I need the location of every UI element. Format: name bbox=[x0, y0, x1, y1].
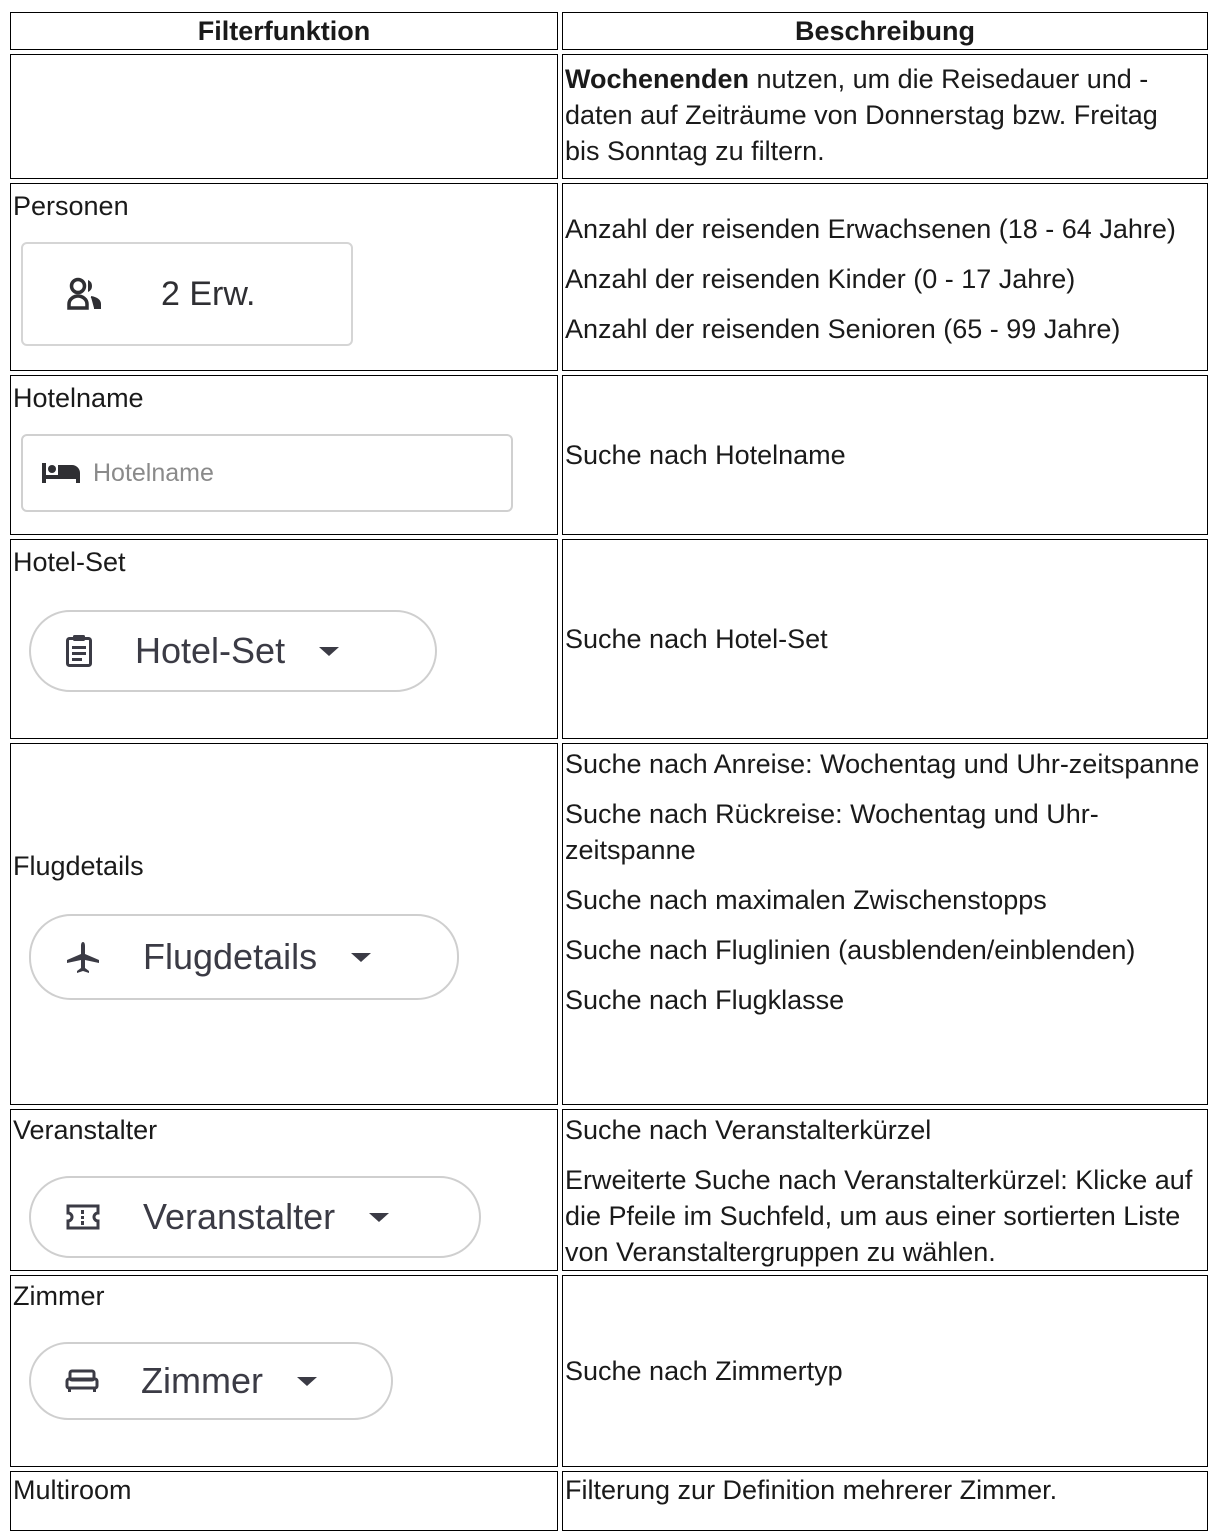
cell-multiroom-left: Multiroom bbox=[10, 1471, 558, 1531]
hotelname-placeholder: Hotelname bbox=[93, 459, 214, 487]
cell-flug-left: Flugdetails Flugdetails bbox=[10, 743, 558, 1105]
cell-weekend-left bbox=[10, 54, 558, 179]
veranstalter-desc-kuerzel: Suche nach Veranstalterkürzel bbox=[565, 1115, 932, 1145]
weekend-desc-line2: daten auf Zeiträume von Donnerstag bzw. … bbox=[565, 100, 1158, 130]
cell-personen-desc: Anzahl der reisenden Erwachsenen (18 - 6… bbox=[562, 183, 1208, 371]
clipboard-icon bbox=[65, 634, 93, 668]
personen-desc-seniors: Anzahl der reisenden Senioren (65 - 99 J… bbox=[565, 314, 1121, 344]
chevron-down-icon bbox=[351, 952, 372, 962]
flug-label: Flugdetails bbox=[13, 851, 144, 881]
veranstalter-dropdown-label: Veranstalter bbox=[143, 1196, 336, 1237]
hotelset-dropdown[interactable]: Hotel-Set bbox=[29, 610, 437, 692]
persons-selector-label: 2 Erw. bbox=[161, 275, 256, 313]
bed-icon bbox=[41, 462, 81, 484]
hotelset-label: Hotel-Set bbox=[13, 547, 126, 577]
personen-label: Personen bbox=[13, 191, 129, 221]
cell-veranstalter-desc: Suche nach Veranstalterkürzel Erweiterte… bbox=[562, 1109, 1208, 1271]
flug-desc-zwischenstopps: Suche nach maximalen Zwischenstopps bbox=[565, 885, 1047, 915]
cell-hotelname-left: Hotelname Hotelname bbox=[10, 375, 558, 535]
veranstalter-label: Veranstalter bbox=[13, 1115, 158, 1145]
header-filterfunktion: Filterfunktion bbox=[10, 12, 558, 50]
weekend-desc-line3: bis Sonntag zu filtern. bbox=[565, 136, 825, 166]
table-header-row: Filterfunktion Beschreibung bbox=[10, 12, 1208, 50]
personen-desc-children: Anzahl der reisenden Kinder (0 - 17 Jahr… bbox=[565, 264, 1076, 294]
people-icon bbox=[67, 277, 103, 311]
table-row-zimmer: Zimmer Zimmer Suche nach Zimmertyp bbox=[10, 1275, 1208, 1467]
sofa-bed-icon bbox=[65, 1369, 99, 1393]
personen-desc-adults: Anzahl der reisenden Erwachsenen (18 - 6… bbox=[565, 214, 1176, 244]
zimmer-label: Zimmer bbox=[13, 1281, 105, 1311]
veranstalter-desc-erweitert: Erweiterte Suche nach Veranstalterkürzel… bbox=[565, 1165, 1193, 1267]
airplane-icon bbox=[65, 939, 101, 975]
weekend-bold-label: Wochenenden bbox=[565, 64, 750, 94]
cell-hotelname-desc: Suche nach Hotelname bbox=[562, 375, 1208, 535]
table-row-hotelset: Hotel-Set Hotel-Set Suche nach Hotel-Set bbox=[10, 539, 1208, 739]
chevron-down-icon bbox=[319, 646, 340, 656]
table-row-weekend: Wochenenden nutzen, um die Reisedauer un… bbox=[10, 54, 1208, 179]
zimmer-dropdown[interactable]: Zimmer bbox=[29, 1342, 393, 1420]
table-row-personen: Personen 2 Erw. Anzahl der reisenden Erw… bbox=[10, 183, 1208, 371]
table-row-hotelname: Hotelname Hotelname Suche nach Hotelname bbox=[10, 375, 1208, 535]
cell-hotelset-left: Hotel-Set Hotel-Set bbox=[10, 539, 558, 739]
chevron-down-icon bbox=[296, 1376, 317, 1386]
weekend-desc-line1: nutzen, um die Reisedauer und - bbox=[749, 64, 1149, 94]
flug-desc-anreise: Suche nach Anreise: Wochentag und Uhr-ze… bbox=[565, 749, 1200, 779]
table-row-multiroom: Multiroom Filterung zur Definition mehre… bbox=[10, 1471, 1208, 1531]
persons-selector[interactable]: 2 Erw. bbox=[21, 242, 353, 346]
flugdetails-dropdown-label: Flugdetails bbox=[143, 936, 318, 977]
cell-personen-left: Personen 2 Erw. bbox=[10, 183, 558, 371]
flug-desc-flugklasse: Suche nach Flugklasse bbox=[565, 985, 845, 1015]
chevron-down-icon bbox=[369, 1212, 390, 1222]
cell-hotelset-desc: Suche nach Hotel-Set bbox=[562, 539, 1208, 739]
table-row-veranstalter: Veranstalter Veranstalter Suche nach Ver… bbox=[10, 1109, 1208, 1271]
cell-multiroom-desc: Filterung zur Definition mehrerer Zimmer… bbox=[562, 1471, 1208, 1531]
veranstalter-dropdown[interactable]: Veranstalter bbox=[29, 1176, 481, 1258]
cell-zimmer-left: Zimmer Zimmer bbox=[10, 1275, 558, 1467]
filter-table: Filterfunktion Beschreibung Wochenenden … bbox=[6, 8, 1212, 1535]
flug-desc-fluglinien: Suche nach Fluglinien (ausblenden/einble… bbox=[565, 935, 1136, 965]
cell-weekend-desc: Wochenenden nutzen, um die Reisedauer un… bbox=[562, 54, 1208, 179]
hotelset-dropdown-label: Hotel-Set bbox=[135, 630, 286, 671]
zimmer-dropdown-label: Zimmer bbox=[141, 1360, 263, 1401]
hotelname-input[interactable]: Hotelname bbox=[21, 434, 513, 512]
hotelname-label: Hotelname bbox=[13, 383, 144, 413]
cell-zimmer-desc: Suche nach Zimmertyp bbox=[562, 1275, 1208, 1467]
ticket-icon bbox=[65, 1203, 101, 1231]
flug-desc-rueckreise: Suche nach Rückreise: Wochentag und Uhr-… bbox=[565, 799, 1099, 865]
cell-veranstalter-left: Veranstalter Veranstalter bbox=[10, 1109, 558, 1271]
table-row-flugdetails: Flugdetails Flugdetails Suche nach Anrei… bbox=[10, 743, 1208, 1105]
flugdetails-dropdown[interactable]: Flugdetails bbox=[29, 914, 459, 1000]
cell-flug-desc: Suche nach Anreise: Wochentag und Uhr-ze… bbox=[562, 743, 1208, 1105]
header-beschreibung: Beschreibung bbox=[562, 12, 1208, 50]
